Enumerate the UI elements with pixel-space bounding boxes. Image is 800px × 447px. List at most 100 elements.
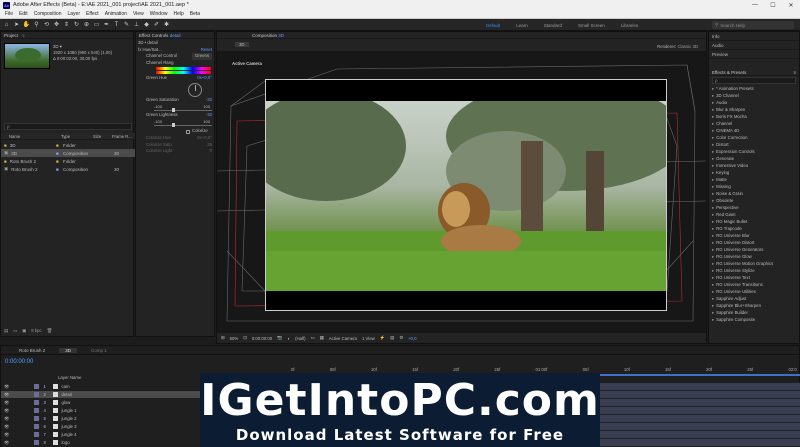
effect-category-item[interactable]: ▸ RG Universe Blur (709, 232, 799, 239)
effect-category-item[interactable]: ▸ Channel (709, 120, 799, 127)
comp-viewer[interactable]: Active Camera (217, 51, 706, 334)
hand-tool-icon[interactable]: ✋ (23, 21, 30, 29)
effect-category-item[interactable]: ▸ Expression Controls (709, 148, 799, 155)
expand-chevron-icon[interactable]: ▸ (712, 149, 714, 155)
effect-category-item[interactable]: ▸ Audio (709, 99, 799, 106)
expand-chevron-icon[interactable]: ▸ (712, 142, 714, 148)
label-color-swatch[interactable] (34, 408, 40, 413)
label-color-swatch[interactable] (34, 440, 40, 445)
menu-animation[interactable]: Animation (105, 11, 127, 17)
expand-chevron-icon[interactable]: ▸ (712, 121, 714, 127)
green-saturation-slider[interactable] (154, 108, 212, 113)
col-type[interactable]: Type (61, 134, 70, 139)
effect-category-item[interactable]: ▸ Blur & Sharpen (709, 106, 799, 113)
expand-chevron-icon[interactable]: ▸ (712, 261, 714, 267)
layer-name[interactable]: jungle 1 (61, 408, 76, 413)
channel-control-select[interactable]: Greens (191, 53, 212, 60)
effect-category-item[interactable]: ▸ RG Universe Utilities (709, 288, 799, 295)
always-preview-icon[interactable]: ⊞ (221, 335, 225, 341)
reset-button[interactable]: Reset (201, 47, 212, 54)
menu-layer[interactable]: Layer (67, 11, 80, 17)
bpc-toggle[interactable]: 8 bpc (31, 328, 42, 334)
pan-camera-icon[interactable]: ✥ (53, 21, 60, 29)
expand-chevron-icon[interactable]: ▸ (712, 282, 714, 288)
menu-beta[interactable]: Beta (190, 11, 200, 17)
preview-panel-tab[interactable]: Preview (709, 50, 799, 59)
effect-category-item[interactable]: ▸ Keying (709, 169, 799, 176)
new-composition-icon[interactable]: ▣ (22, 328, 26, 334)
effect-category-item[interactable]: ▸ CINEMA 4D (709, 127, 799, 134)
selection-tool-icon[interactable]: ➤ (13, 21, 20, 29)
menu-view[interactable]: View (133, 11, 144, 17)
hue-dial[interactable] (188, 82, 202, 97)
layer-name[interactable]: jungle 4 (61, 432, 76, 437)
search-help-input[interactable]: ⚲ Search Help (712, 21, 794, 29)
workspace-libraries[interactable]: Libraries (621, 23, 638, 28)
expand-chevron-icon[interactable]: ▸ (712, 240, 714, 246)
effect-category-item[interactable]: ▸ Color Correction (709, 134, 799, 141)
pan-behind-icon[interactable]: ⊕ (83, 21, 90, 29)
green-hue-value[interactable]: 0x+0,0° (197, 75, 212, 82)
rotate-tool-icon[interactable]: ↻ (73, 21, 80, 29)
visibility-eye-icon[interactable]: 👁 (4, 424, 9, 430)
workspace-learn[interactable]: Learn (516, 23, 528, 28)
col-size[interactable]: Size (93, 134, 101, 139)
channel-range-label[interactable]: Channel Rang (138, 60, 212, 67)
effect-controls-title[interactable]: Effect Controls detail (136, 32, 214, 39)
expand-chevron-icon[interactable]: ▸ (712, 233, 714, 239)
label-color-swatch[interactable] (34, 400, 40, 405)
menu-effect[interactable]: Effect (86, 11, 99, 17)
effect-category-item[interactable]: ▸ RG Magic Bullet (709, 218, 799, 225)
magnification-select[interactable]: 50% (230, 336, 239, 341)
effect-category-item[interactable]: ▸ 3D Channel (709, 92, 799, 99)
project-row-selected[interactable]: ▣ 3D ■ Composition 30 (1, 149, 135, 157)
visibility-eye-icon[interactable]: 👁 (4, 400, 9, 406)
menu-file[interactable]: File (5, 11, 13, 17)
effect-category-item[interactable]: ▸ Perspective (709, 204, 799, 211)
type-tool-icon[interactable]: T (113, 21, 120, 29)
expand-chevron-icon[interactable]: ▸ (712, 184, 714, 190)
resolution-select[interactable]: (Half) (295, 336, 306, 341)
expand-chevron-icon[interactable]: ▸ (712, 219, 714, 225)
label-color-swatch[interactable] (34, 416, 40, 421)
transparency-grid-icon[interactable]: ▦ (320, 335, 324, 341)
layer-name[interactable]: logo (61, 440, 69, 445)
timeline-tab-3d[interactable]: 3D (59, 347, 78, 353)
show-channel-icon[interactable]: ◐ (288, 336, 291, 341)
grid-icon[interactable]: ⊡ (243, 335, 247, 341)
zoom-tool-icon[interactable]: ⚲ (33, 21, 40, 29)
region-of-interest-icon[interactable]: ▭ (311, 335, 315, 341)
effect-category-item[interactable]: ▸ RG Universe Motion Graphics (709, 260, 799, 267)
layer-name[interactable]: jungle 2 (61, 416, 76, 421)
expand-chevron-icon[interactable]: ▸ (712, 107, 714, 113)
effect-category-item[interactable]: ▸ Sapphire Blur+Sharpen (709, 302, 799, 309)
workspace-standard[interactable]: Standard (544, 23, 562, 28)
current-time-display[interactable]: 0:00:00:00 (252, 336, 272, 341)
expand-chevron-icon[interactable]: ▸ (712, 289, 714, 295)
workspace-small-screen[interactable]: Small Screen (578, 23, 605, 28)
expand-chevron-icon[interactable]: ▸ (712, 135, 714, 141)
view-layout-select[interactable]: 1 View (362, 336, 375, 341)
project-row[interactable]: ▣ Roto Brush 2 ■ Composition 30 (1, 165, 135, 173)
expand-chevron-icon[interactable]: ▸ (712, 156, 714, 162)
effect-category-item[interactable]: ▸ * Animation Presets (709, 85, 799, 92)
info-panel-tab[interactable]: Info (709, 32, 799, 41)
maximize-button[interactable]: ☐ (764, 0, 782, 10)
expand-chevron-icon[interactable]: ▸ (712, 93, 714, 99)
expand-chevron-icon[interactable]: ▸ (712, 191, 714, 197)
puppet-tool-icon[interactable]: ✱ (163, 21, 170, 29)
roto-brush-icon[interactable]: ✐ (153, 21, 160, 29)
menu-edit[interactable]: Edit (19, 11, 28, 17)
interpret-footage-icon[interactable]: ▤ (4, 328, 8, 334)
effect-category-item[interactable]: ▸ Sapphire Adjust (709, 295, 799, 302)
close-button[interactable]: ✕ (782, 0, 800, 10)
expand-chevron-icon[interactable]: ▸ (712, 296, 714, 302)
visibility-eye-icon[interactable]: 👁 (4, 432, 9, 438)
layer-name[interactable]: cam (61, 384, 69, 389)
effect-category-item[interactable]: ▸ Generate (709, 155, 799, 162)
effects-search-input[interactable]: ρ (712, 77, 796, 84)
effect-category-item[interactable]: ▸ Distort (709, 141, 799, 148)
expand-chevron-icon[interactable]: ▸ (712, 114, 714, 120)
expand-chevron-icon[interactable]: ▸ (712, 100, 714, 106)
trash-icon[interactable]: 🗑 (47, 328, 52, 334)
